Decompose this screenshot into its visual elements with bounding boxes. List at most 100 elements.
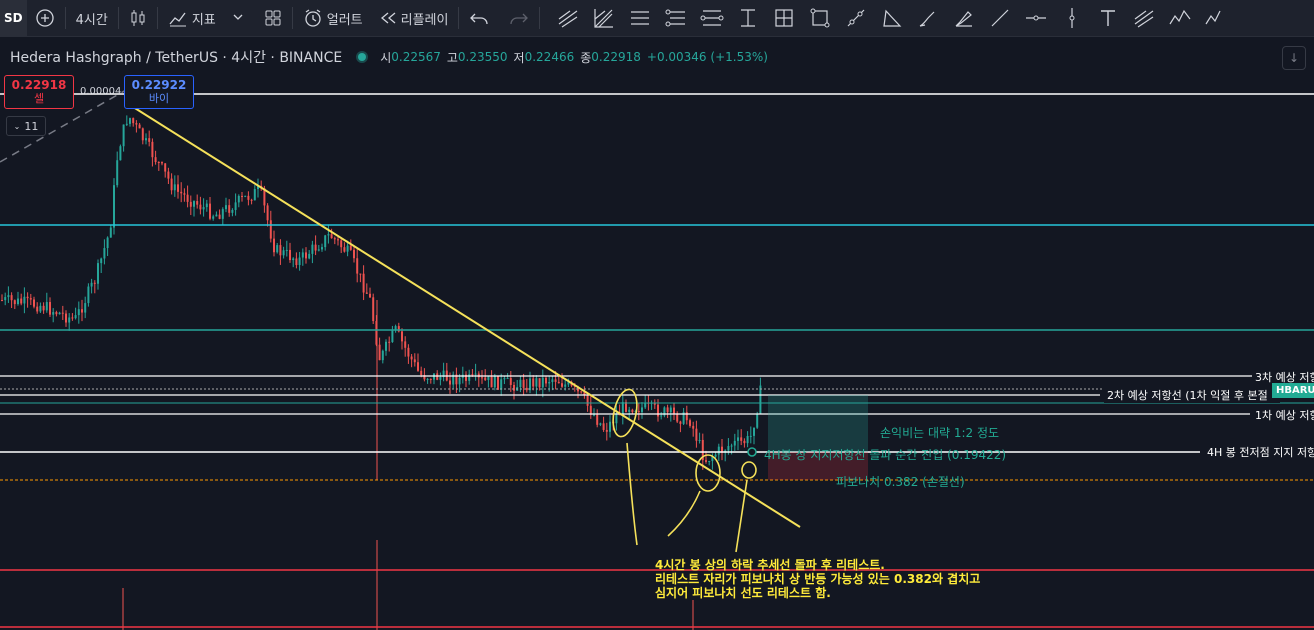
add-symbol-button[interactable] — [27, 0, 63, 36]
rectangle-tool[interactable] — [802, 0, 838, 36]
candle-body — [234, 202, 237, 210]
parallel-lines-tool[interactable] — [622, 0, 658, 36]
first-resistance-label: 1차 예상 저항선 — [1252, 407, 1314, 423]
vertical-line-icon — [1069, 8, 1075, 28]
levels-tool[interactable] — [658, 0, 694, 36]
interval-button[interactable]: 4시간 — [68, 0, 116, 36]
candle-body — [749, 435, 752, 437]
date-range-tool[interactable] — [730, 0, 766, 36]
vertical-line-tool[interactable] — [1054, 0, 1090, 36]
candle-body — [209, 203, 211, 219]
candle-body — [426, 378, 429, 380]
highlighter-tool[interactable] — [946, 0, 982, 36]
pattern-icon — [1135, 10, 1154, 28]
buy-price: 0.22922 — [131, 78, 187, 92]
indicator-count-toggle[interactable]: ⌄ 11 — [6, 116, 46, 136]
layout-icon — [265, 10, 281, 26]
candle-body — [20, 298, 23, 304]
indicators-label: 지표 — [191, 12, 216, 28]
pointer-stroke-1 — [626, 442, 638, 546]
layout-button[interactable] — [256, 0, 290, 36]
candle-body — [602, 423, 605, 430]
pattern-tool[interactable] — [1126, 0, 1162, 36]
trend-line-tool[interactable] — [550, 0, 586, 36]
highlighter-icon — [956, 11, 973, 27]
candle-body — [557, 381, 560, 384]
candle-body — [39, 305, 42, 312]
candlestick-series — [1, 115, 762, 630]
analysis-annotation: 4시간 봉 상의 하락 추세선 돌파 후 리테스트. 리테스트 자리가 피보나치… — [655, 558, 980, 600]
candle-body — [689, 420, 691, 426]
candle-body — [68, 317, 71, 323]
candle-body — [673, 407, 675, 414]
symbol-title[interactable]: Hedera Hashgraph / TetherUS · 4시간 · BINA… — [10, 47, 342, 67]
divider — [291, 7, 293, 29]
candle-body — [199, 204, 202, 210]
entry-marker — [747, 447, 757, 457]
undo-button[interactable] — [461, 0, 499, 36]
sell-price: 0.22918 — [11, 78, 67, 92]
candle-body — [177, 184, 179, 192]
chevron-icon: ⌄ — [13, 121, 21, 131]
horizontal-ray-tool[interactable] — [1018, 0, 1054, 36]
text-cursor-icon — [741, 9, 756, 27]
line-tool[interactable] — [982, 0, 1018, 36]
candle-body — [317, 249, 320, 251]
candle-body — [596, 414, 599, 425]
candle-body — [164, 163, 167, 172]
collapse-legend-button[interactable]: ↓ — [1282, 46, 1306, 70]
chart-type-button[interactable] — [121, 0, 155, 36]
candle-body — [436, 373, 439, 380]
alert-button[interactable]: 얼러트 — [295, 0, 371, 36]
candle-body — [196, 201, 199, 205]
candle-body — [292, 258, 295, 261]
box-tool[interactable] — [766, 0, 802, 36]
candle-body — [417, 362, 419, 371]
candle-body — [727, 446, 730, 451]
candle-body — [151, 141, 154, 158]
price-chart[interactable] — [0, 37, 1314, 630]
replay-button[interactable]: 리플레이 — [371, 0, 457, 36]
candle-body — [93, 282, 96, 284]
profit-zone[interactable] — [768, 395, 868, 452]
candle-body — [237, 195, 240, 203]
path-tool[interactable] — [838, 0, 874, 36]
candle-body — [625, 402, 627, 412]
candle-body — [503, 378, 506, 380]
fib-icon — [594, 9, 614, 28]
candle-body — [295, 258, 298, 266]
buy-button[interactable]: 0.22922 바이 — [124, 75, 194, 109]
brush-tool[interactable] — [910, 0, 946, 36]
angle-tool[interactable] — [874, 0, 910, 36]
candle-body — [183, 193, 186, 195]
candle-body — [135, 123, 138, 125]
candle-body — [525, 387, 528, 391]
change-value: +0.00346 (+1.53%) — [646, 50, 768, 64]
text-tool[interactable] — [1090, 0, 1126, 36]
range-tool[interactable] — [694, 0, 730, 36]
chevron-down-icon[interactable] — [224, 12, 248, 24]
redo-button[interactable] — [499, 0, 537, 36]
candle-body — [554, 379, 557, 382]
candle-body — [17, 298, 19, 305]
candle-body — [333, 238, 336, 240]
candle-body — [708, 461, 711, 463]
fib-tool[interactable] — [586, 0, 622, 36]
elliott-wave-tool[interactable] — [1162, 0, 1198, 36]
candle-body — [637, 410, 640, 413]
angle-icon — [883, 9, 902, 27]
candle-body — [90, 282, 93, 287]
candle-body — [33, 299, 35, 307]
candle-body — [545, 377, 547, 384]
symbol-search-button[interactable]: SD — [0, 0, 27, 36]
indicators-button[interactable]: 지표 — [160, 0, 256, 36]
chart-legend: Hedera Hashgraph / TetherUS · 4시간 · BINA… — [10, 47, 768, 67]
candle-body — [532, 378, 535, 387]
line-icon — [992, 9, 1009, 27]
sell-button[interactable]: 0.22918 셀 — [4, 75, 74, 109]
candle-body — [353, 249, 355, 259]
more-tools[interactable] — [1198, 0, 1234, 36]
candle-body — [84, 303, 87, 313]
downtrend-line[interactable] — [129, 104, 801, 528]
candle-body — [599, 423, 602, 425]
